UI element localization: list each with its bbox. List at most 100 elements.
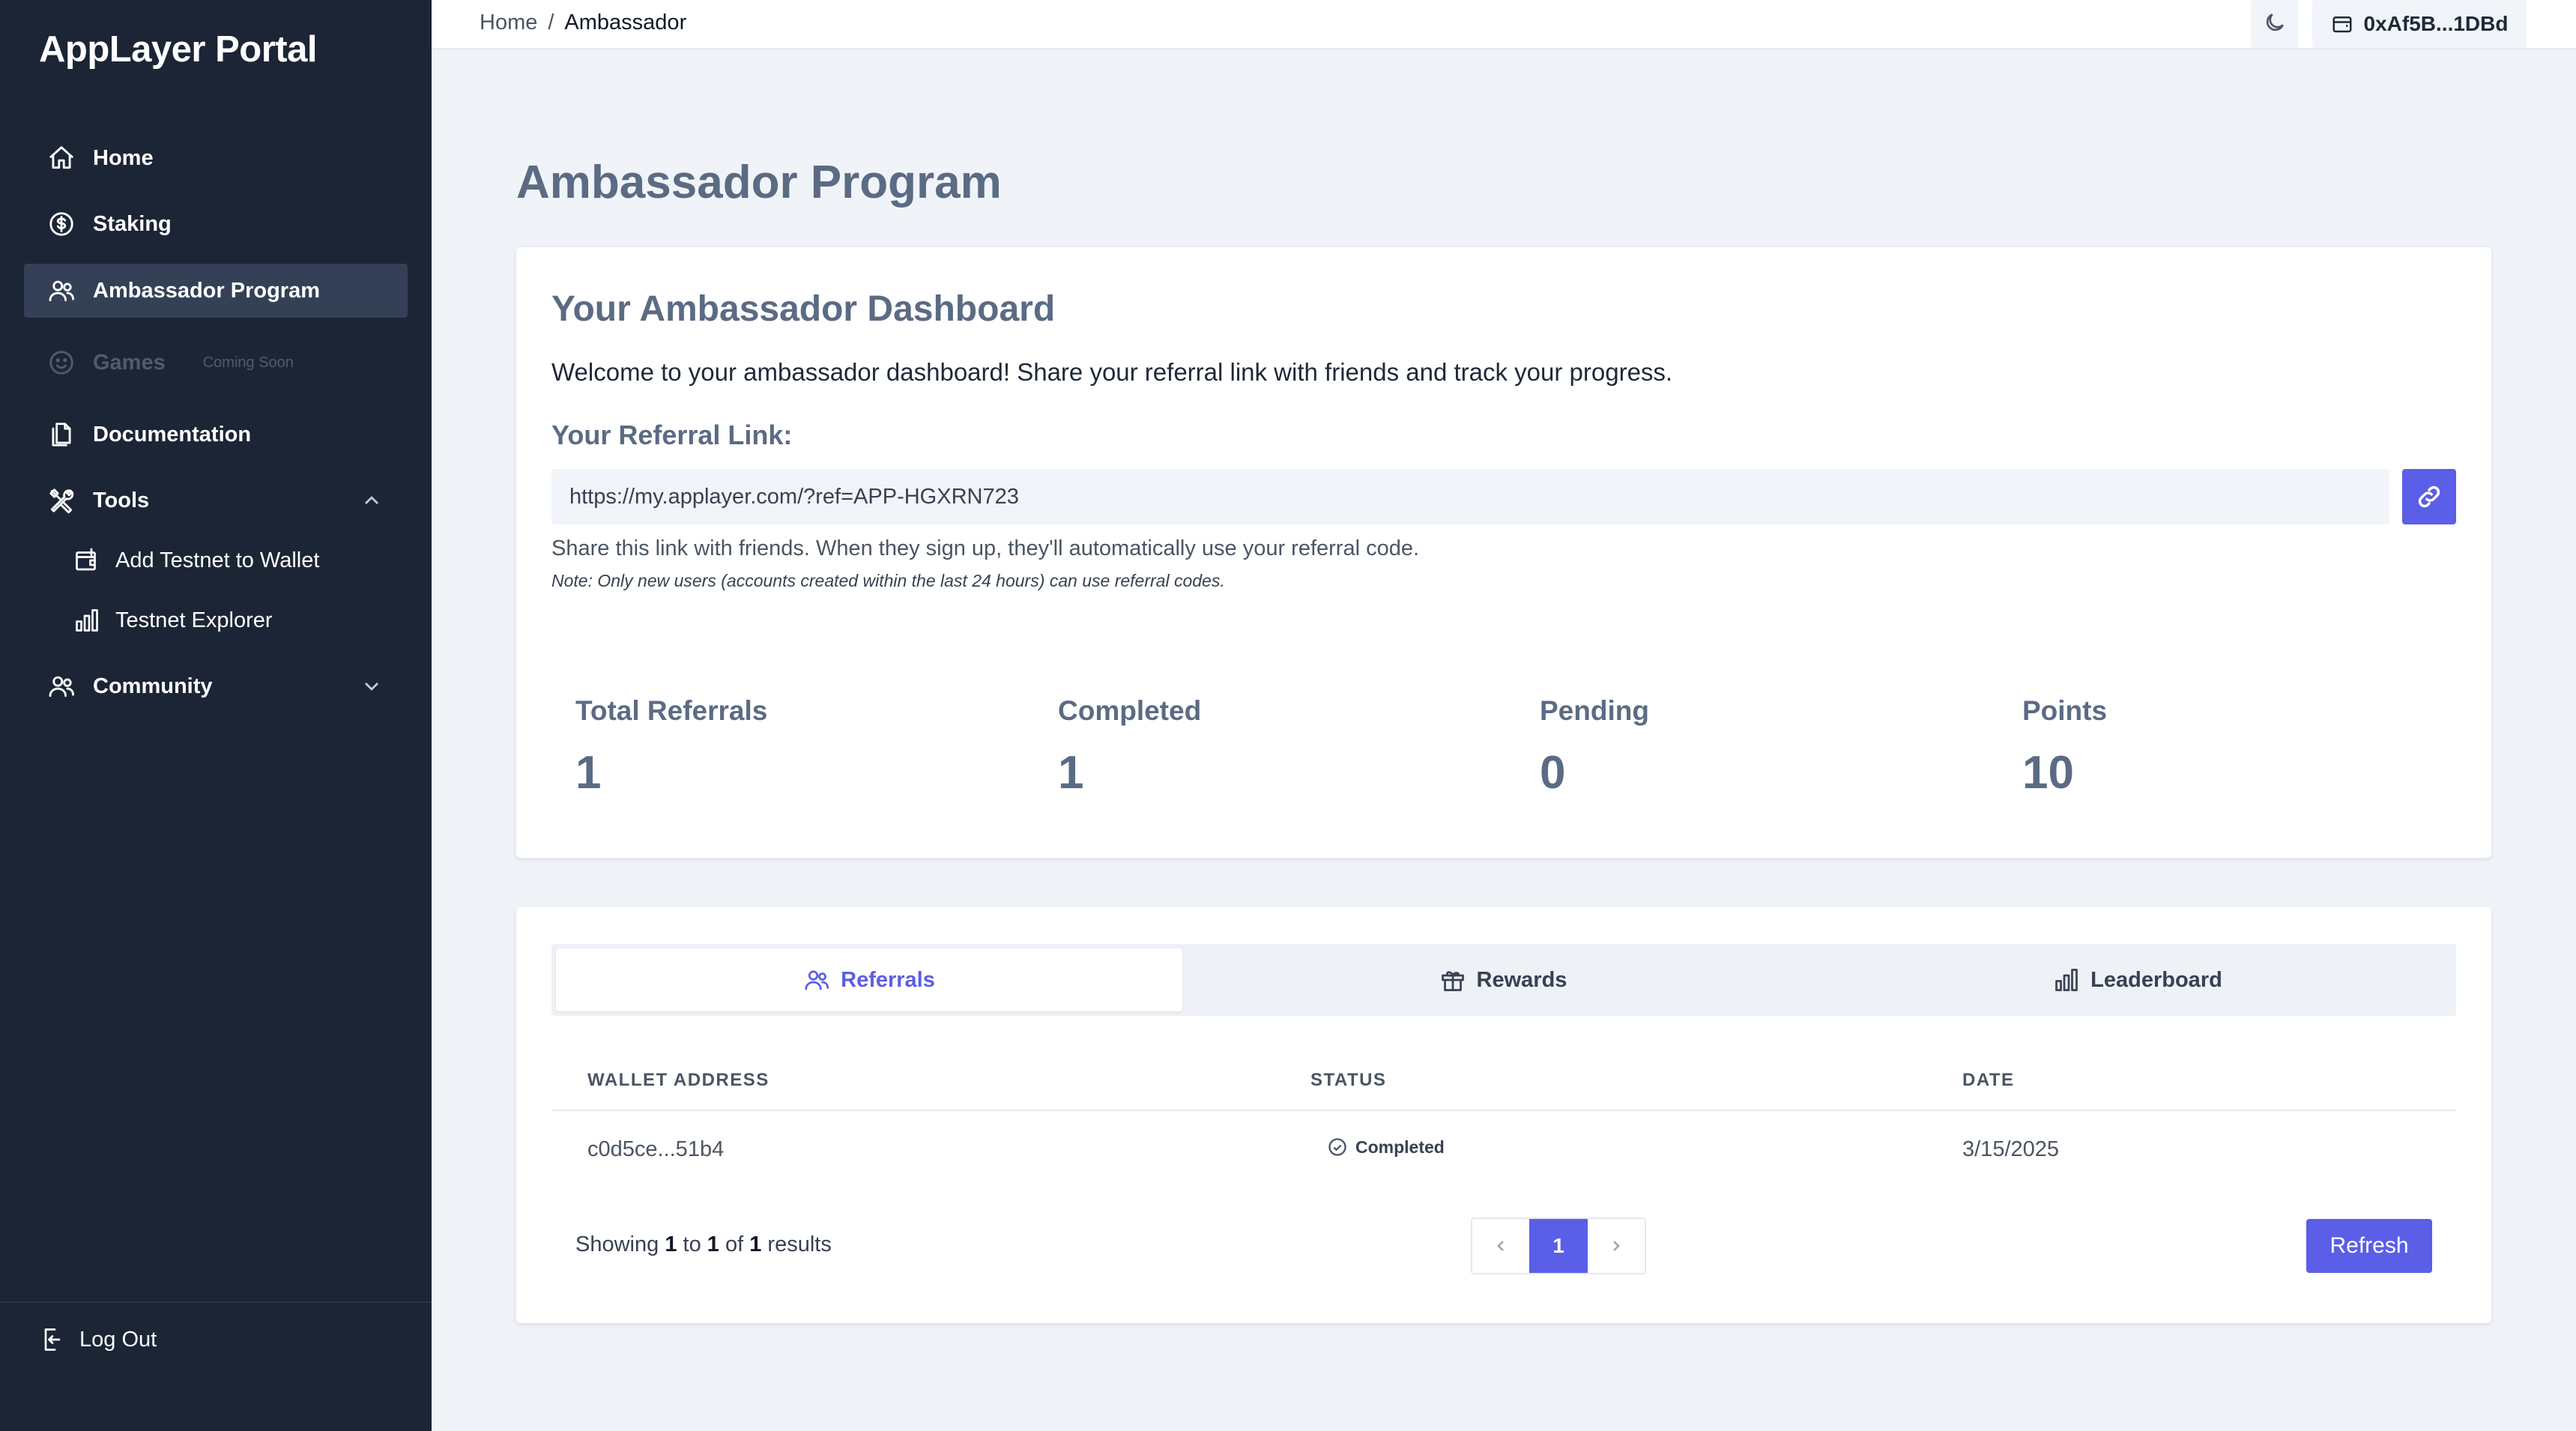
wallet-plus-icon [72, 545, 102, 575]
copy-link-button[interactable] [2402, 469, 2456, 524]
tab-label: Rewards [1476, 967, 1567, 992]
users-icon [46, 276, 76, 306]
referral-link-input[interactable] [551, 469, 2389, 524]
summary-results-word: results [767, 1232, 832, 1256]
pagination: 1 [1471, 1217, 1646, 1274]
sidebar-item-tools[interactable]: Tools [24, 474, 408, 527]
wallet-address: 0xAf5B...1DBd [2363, 12, 2509, 35]
referrals-card: Referrals Rewards Leaderboard WALLET ADD… [516, 907, 2491, 1323]
wallet-icon [2331, 13, 2364, 35]
sidebar-item-staking[interactable]: Staking [24, 197, 408, 251]
stat-value: 1 [1058, 747, 1084, 799]
previous-page-button[interactable] [1472, 1219, 1529, 1273]
stat-total-referrals: Total Referrals 1 [575, 695, 767, 799]
summary-to-word: to [683, 1232, 701, 1256]
column-header-wallet: WALLET ADDRESS [587, 1070, 770, 1090]
sidebar-subitem-label: Add Testnet to Wallet [115, 548, 320, 572]
dashboard-title: Your Ambassador Dashboard [551, 289, 1056, 329]
stat-label: Points [2022, 695, 2108, 726]
gift-icon [1441, 971, 1464, 991]
welcome-text: Welcome to your ambassador dashboard! Sh… [551, 358, 1673, 386]
stat-pending: Pending 0 [1540, 695, 1649, 799]
next-page-button[interactable] [1588, 1219, 1645, 1273]
stat-value: 10 [2022, 747, 2074, 799]
wallet-address-cell: c0d5ce...51b4 [587, 1137, 725, 1161]
summary-total: 1 [749, 1232, 762, 1256]
tab-label: Leaderboard [2090, 967, 2222, 992]
referral-restriction-note: Note: Only new users (accounts created w… [551, 571, 1225, 590]
column-header-status: STATUS [1310, 1070, 1387, 1090]
pagination-summary: Showing 1 to 1 of 1 results [575, 1232, 832, 1257]
summary-to: 1 [707, 1232, 719, 1256]
tab-bar: Referrals Rewards Leaderboard [551, 944, 2456, 1016]
breadcrumb-separator: / [548, 10, 554, 34]
sidebar-item-label: Home [93, 145, 154, 170]
stat-label: Total Referrals [575, 695, 768, 726]
users-icon [805, 970, 829, 990]
sidebar-item-ambassador[interactable]: Ambassador Program [24, 264, 408, 318]
chevron-right-icon [1613, 1241, 1620, 1251]
status-badge: Completed [1327, 1137, 1445, 1158]
summary-prefix: Showing [575, 1232, 659, 1256]
sidebar-subitem-label: Testnet Explorer [115, 608, 273, 632]
stat-label: Completed [1058, 695, 1202, 726]
sidebar-item-label: Tools [93, 488, 150, 512]
documents-icon [46, 420, 76, 450]
column-header-date: DATE [1962, 1070, 2015, 1090]
check-circle-icon [1328, 1138, 1346, 1156]
chevron-left-icon [1497, 1241, 1504, 1251]
breadcrumb: Home / Ambassador [480, 10, 686, 35]
date-cell: 3/15/2025 [1962, 1137, 2060, 1161]
sidebar-subitem-add-testnet[interactable]: Add Testnet to Wallet [72, 536, 319, 584]
refresh-button[interactable]: Refresh [2306, 1219, 2432, 1273]
chevron-up-icon[interactable] [360, 488, 384, 512]
users-icon [46, 671, 76, 701]
sidebar-item-home[interactable]: Home [24, 131, 408, 185]
coming-soon-badge: Coming Soon [202, 354, 294, 371]
tab-label: Referrals [841, 967, 935, 992]
dollar-circle-icon [46, 209, 76, 239]
stat-points: Points 10 [2022, 695, 2107, 799]
tools-icon [46, 485, 76, 515]
app-logo[interactable]: AppLayer Portal [39, 28, 317, 70]
referral-link-label: Your Referral Link: [551, 420, 793, 450]
sidebar-item-label: Documentation [93, 422, 252, 447]
logout-icon [39, 1325, 69, 1355]
home-icon [46, 143, 76, 173]
link-icon [2415, 482, 2443, 511]
share-note: Share this link with friends. When they … [551, 536, 1420, 560]
sidebar-item-community[interactable]: Community [24, 659, 408, 713]
smile-icon [46, 348, 76, 378]
ambassador-dashboard-card: Your Ambassador Dashboard Welcome to you… [516, 247, 2491, 858]
tab-rewards[interactable]: Rewards [1187, 949, 1819, 1011]
stat-label: Pending [1540, 695, 1649, 726]
tab-leaderboard[interactable]: Leaderboard [1824, 949, 2452, 1011]
summary-of-word: of [725, 1232, 744, 1256]
summary-from: 1 [665, 1232, 677, 1256]
sidebar-divider [0, 1301, 432, 1303]
bar-chart-icon [2055, 969, 2078, 991]
status-label: Completed [1355, 1137, 1445, 1157]
sidebar-subitem-testnet-explorer[interactable]: Testnet Explorer [72, 596, 273, 644]
tab-referrals[interactable]: Referrals [556, 949, 1182, 1011]
chevron-down-icon[interactable] [360, 674, 384, 698]
table-header-divider [551, 1110, 2456, 1111]
moon-icon [2263, 10, 2287, 38]
stat-value: 1 [575, 747, 602, 799]
page-title: Ambassador Program [516, 157, 1002, 208]
sidebar-item-label: Ambassador Program [93, 278, 320, 303]
sidebar-item-label: Community [93, 674, 213, 698]
page-number-button[interactable]: 1 [1529, 1219, 1588, 1273]
sidebar-item-documentation[interactable]: Documentation [24, 408, 408, 462]
breadcrumb-home[interactable]: Home [480, 10, 537, 35]
logout-button[interactable]: Log Out [39, 1325, 157, 1355]
stat-value: 0 [1540, 747, 1566, 799]
breadcrumb-current: Ambassador [564, 10, 687, 34]
sidebar-item-games: Games Coming Soon [24, 336, 408, 390]
theme-toggle-button[interactable] [2251, 0, 2299, 48]
stat-completed: Completed 1 [1058, 695, 1201, 799]
sidebar-item-label: Games [93, 350, 166, 375]
sidebar: AppLayer Portal Home Staking Ambassador … [0, 0, 432, 1431]
bar-chart-icon [72, 605, 102, 635]
wallet-button[interactable]: 0xAf5B...1DBd [2312, 0, 2527, 48]
